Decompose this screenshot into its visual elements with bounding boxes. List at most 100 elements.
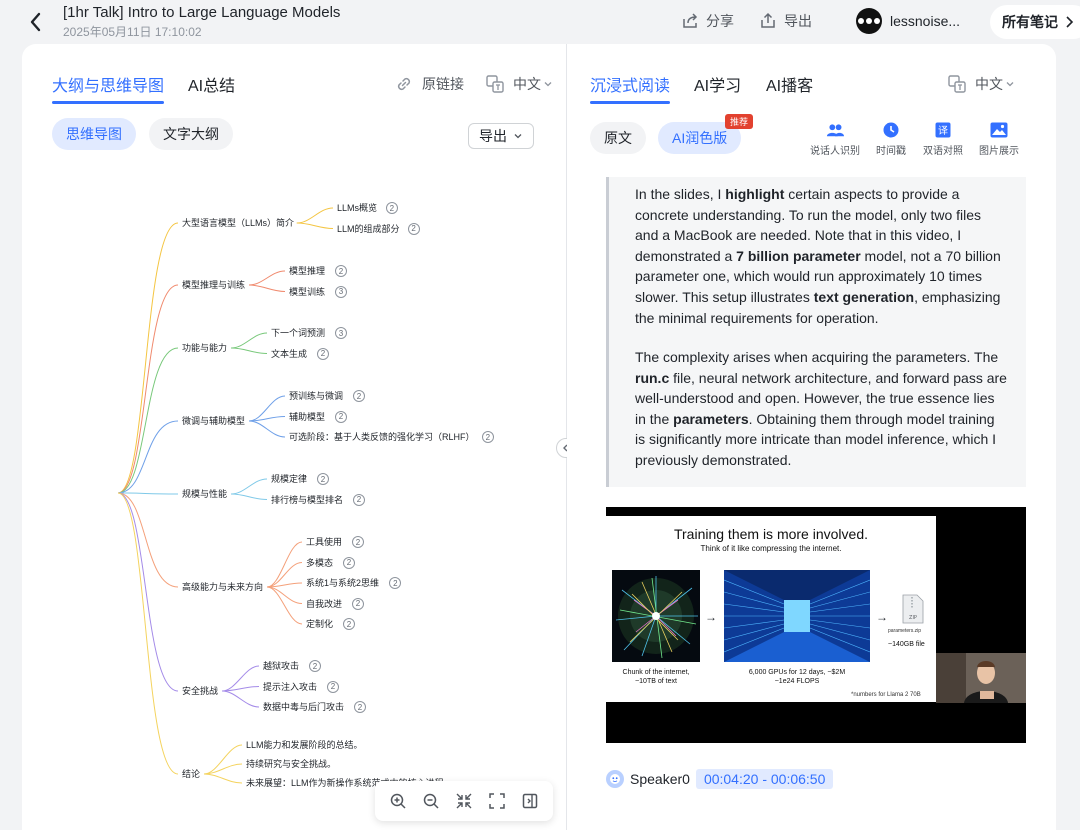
side-panel-button[interactable] xyxy=(520,791,540,811)
mindmap-leaf-node[interactable]: 多模态 xyxy=(306,557,333,569)
mindmap-leaf-node[interactable]: 提示注入攻击 xyxy=(263,681,317,693)
mindmap-count-badge[interactable]: 2 xyxy=(385,202,398,214)
mindmap-branch-node[interactable]: 模型推理与训练 xyxy=(182,279,245,291)
mindmap-count-badge[interactable]: 2 xyxy=(335,265,347,277)
timestamp-button[interactable]: 时间戳 xyxy=(861,122,921,157)
child-connector xyxy=(221,690,260,708)
mindmap-count-badge[interactable]: 3 xyxy=(335,285,347,298)
export-button[interactable]: 导出 xyxy=(758,11,812,31)
username: lessnoise... xyxy=(890,13,961,29)
mindmap-count-badge[interactable]: 2 xyxy=(343,618,355,630)
mindmap-count-badge[interactable]: 2 xyxy=(352,536,364,548)
speaker-name[interactable]: Speaker0 xyxy=(630,771,690,787)
mindmap-leaf-node[interactable]: LLM的组成部分 xyxy=(337,223,400,235)
reading-language-label: 中文 xyxy=(975,76,1003,92)
user-menu[interactable]: lessnoise... xyxy=(856,8,960,34)
share-icon xyxy=(683,13,698,28)
slide-file-label: parameters.zip xyxy=(888,628,922,634)
slide-image: Training them is more involved. Think of… xyxy=(606,516,936,702)
mindmap-leaf-node[interactable]: 文本生成 xyxy=(271,348,307,360)
mindmap-leaf-node[interactable]: 系统1与系统2思维 xyxy=(306,577,379,589)
speaker-id-button[interactable]: 说话人识别 xyxy=(805,122,865,157)
mindmap-count-badge[interactable]: 2 xyxy=(354,701,366,713)
child-connector xyxy=(266,586,303,625)
mindmap-leaf-node[interactable]: 下一个词预测 xyxy=(271,327,325,339)
reading-panel: 沉浸式阅读 AI学习 AI播客 中文 原文 AI润色版 推荐 说话人识别 时间戳… xyxy=(567,44,1056,830)
transcript-paragraph-1: In the slides, I highlight certain aspec… xyxy=(635,184,1007,328)
child-connector xyxy=(266,586,303,604)
mindmap-count-badge[interactable]: 2 xyxy=(353,493,365,506)
zoom-out-button[interactable] xyxy=(421,791,441,811)
mindmap-leaf-node[interactable]: 可选阶段：基于人类反馈的强化学习（RLHF） xyxy=(289,431,475,443)
all-notes-button[interactable]: 所有笔记 xyxy=(990,5,1080,39)
mindmap-count-badge[interactable]: 2 xyxy=(352,597,364,610)
child-connector xyxy=(296,207,334,224)
tab-immersive-reading[interactable]: 沉浸式阅读 xyxy=(590,72,671,104)
mindmap-leaf-node[interactable]: 定制化 xyxy=(306,618,333,630)
mindmap-leaf-node[interactable]: 自我改进 xyxy=(306,598,342,610)
zip-file-icon: ZIP xyxy=(902,594,924,624)
mindmap-count-badge[interactable]: 2 xyxy=(343,556,355,569)
mindmap-count-badge[interactable]: 2 xyxy=(317,473,329,485)
slide-title: Training them is more involved. xyxy=(673,526,868,542)
share-button[interactable]: 分享 xyxy=(680,11,734,31)
people-icon xyxy=(826,124,844,137)
mindmap-leaf-node[interactable]: LLM能力和发展阶段的总结。 xyxy=(246,739,363,751)
child-connector xyxy=(230,332,268,349)
mindmap-leaf-node[interactable]: 持续研究与安全挑战。 xyxy=(246,758,336,770)
mode-original[interactable]: 原文 xyxy=(590,122,646,154)
mindmap-leaf-node[interactable]: 规模定律 xyxy=(271,473,307,485)
top-bar: [1hr Talk] Intro to Large Language Model… xyxy=(0,0,1080,44)
child-connector xyxy=(248,420,286,438)
tab-ai-learning[interactable]: AI学习 xyxy=(694,72,741,96)
child-connector xyxy=(203,744,243,775)
mindmap-count-badge[interactable]: 2 xyxy=(327,680,339,693)
fit-button[interactable] xyxy=(454,791,474,811)
mindmap-count-badge[interactable]: 3 xyxy=(335,327,347,339)
time-range-chip[interactable]: 00:04:20 - 00:06:50 xyxy=(695,769,834,789)
child-connector xyxy=(248,270,286,286)
mindmap-branch-node[interactable]: 结论 xyxy=(182,768,200,780)
mindmap-leaf-node[interactable]: 辅助模型 xyxy=(289,411,325,423)
image-display-button[interactable]: 图片展示 xyxy=(969,122,1029,157)
mindmap-branch-node[interactable]: 大型语言模型（LLMs）简介 xyxy=(182,217,294,229)
mindmap-leaf-node[interactable]: 排行榜与模型排名 xyxy=(271,494,343,506)
branch-connector xyxy=(117,492,179,495)
mindmap-leaf-node[interactable]: 模型推理 xyxy=(289,265,325,277)
mindmap-branch-node[interactable]: 安全挑战 xyxy=(182,685,218,697)
zoom-in-button[interactable] xyxy=(388,791,408,811)
chevron-right-icon xyxy=(1066,16,1074,28)
back-button[interactable] xyxy=(24,8,48,36)
mindmap-leaf-node[interactable]: LLMs概览 xyxy=(337,202,377,214)
child-connector xyxy=(230,347,268,354)
mindmap-leaf-node[interactable]: 模型训练 xyxy=(289,286,325,298)
svg-text:译: 译 xyxy=(938,125,948,137)
mindmap-count-badge[interactable]: 2 xyxy=(335,410,347,423)
mindmap-branch-node[interactable]: 规模与性能 xyxy=(182,488,227,500)
mindmap-leaf-node[interactable]: 预训练与微调 xyxy=(289,390,343,402)
speaker-row: Speaker0 00:04:20 - 00:06:50 xyxy=(606,769,834,789)
translate-char-icon: 译 xyxy=(935,122,951,138)
tab-ai-podcast[interactable]: AI播客 xyxy=(766,72,813,96)
side-panel-icon xyxy=(523,793,538,809)
mindmap-leaf-node[interactable]: 数据中毒与后门攻击 xyxy=(263,701,344,713)
reading-language-select[interactable]: 中文 xyxy=(947,74,1015,94)
export-icon xyxy=(761,12,775,28)
mindmap-branch-node[interactable]: 功能与能力 xyxy=(182,342,227,354)
mindmap-count-badge[interactable]: 2 xyxy=(481,431,494,443)
child-connector xyxy=(203,773,243,784)
mindmap-branch-node[interactable]: 高级能力与未来方向 xyxy=(182,581,263,593)
bilingual-button[interactable]: 译 双语对照 xyxy=(913,122,973,157)
mindmap-count-badge[interactable]: 2 xyxy=(407,222,420,235)
text-run: The complexity arises when acquiring the… xyxy=(635,349,999,365)
slide-caption-3: ~140GB file xyxy=(888,641,925,648)
fullscreen-button[interactable] xyxy=(487,791,507,811)
mindmap-count-badge[interactable]: 2 xyxy=(309,660,321,672)
mindmap-count-badge[interactable]: 2 xyxy=(317,347,329,360)
mindmap-count-badge[interactable]: 2 xyxy=(353,390,365,402)
child-connector xyxy=(248,416,286,422)
video-frame[interactable]: Training them is more involved. Think of… xyxy=(606,507,1026,743)
mindmap-leaf-node[interactable]: 越狱攻击 xyxy=(263,660,299,672)
mindmap-branch-node[interactable]: 微调与辅助模型 xyxy=(182,415,245,427)
mindmap-leaf-node[interactable]: 工具使用 xyxy=(306,536,342,548)
